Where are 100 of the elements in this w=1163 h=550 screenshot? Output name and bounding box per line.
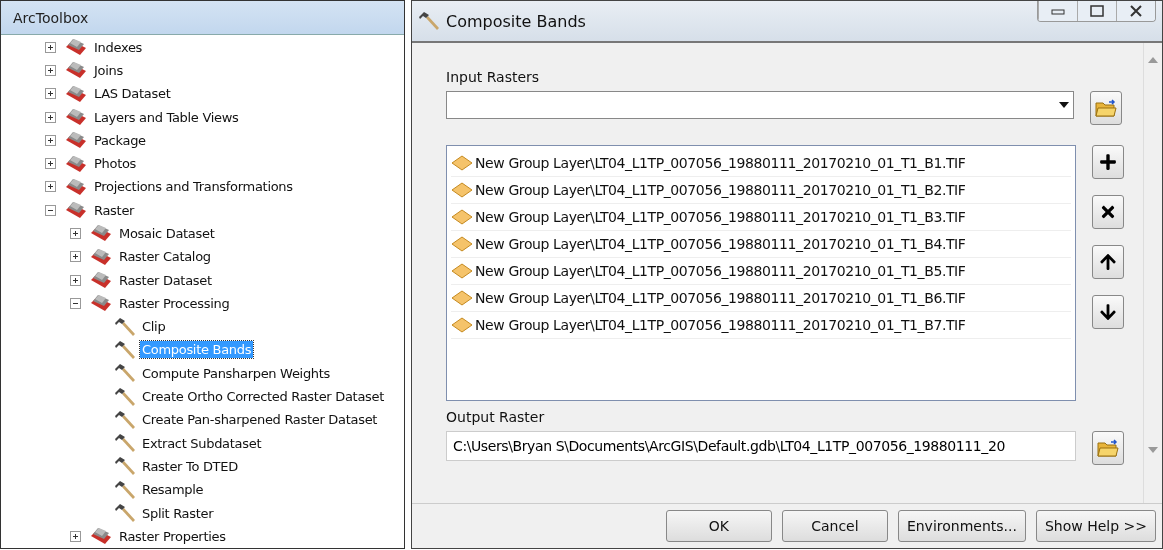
toolset-label[interactable]: Package [92,131,148,149]
expand-icon[interactable] [70,251,81,263]
toolset-label[interactable]: Projections and Transformations [92,178,295,196]
toolset-label[interactable]: Raster Dataset [117,271,214,289]
raster-list-item[interactable]: New Group Layer\LT04_L1TP_007056_19880111_20170210_01_T1_B1.TIF [475,155,966,171]
toolbox-icon [64,83,88,104]
folder-icon [1097,438,1119,458]
maximize-button[interactable] [1077,1,1116,21]
hammer-icon [114,409,136,430]
remove-button[interactable] [1092,195,1124,229]
layer-icon [451,182,473,198]
toolbox-icon [64,200,88,221]
toolset-label[interactable]: Raster [92,201,137,219]
window-title: Composite Bands [446,11,587,31]
layer-icon [451,236,473,252]
input-rasters-dropdown[interactable] [446,91,1074,119]
expand-icon[interactable] [70,530,81,542]
expand-icon[interactable] [70,228,81,239]
toolbox-icon [64,60,88,81]
layer-icon [451,263,473,279]
hammer-icon [114,479,136,500]
tool-label[interactable]: Clip [140,318,168,336]
toolset-label[interactable]: Indexes [92,38,145,56]
dialog-button[interactable]: Show Help >> [1035,510,1156,542]
raster-list-item[interactable]: New Group Layer\LT04_L1TP_007056_19880111_20170210_01_T1_B6.TIF [475,290,966,306]
toolset-label[interactable]: Photos [92,155,139,173]
browse-button[interactable] [1090,91,1122,125]
tool-label[interactable]: Split Raster [140,504,216,522]
maximize-icon [1090,5,1104,17]
expand-icon[interactable] [45,64,56,76]
panel-title: ArcToolbox [1,1,404,36]
expand-icon[interactable] [45,181,56,193]
remove-icon [1099,203,1117,221]
tool-label[interactable]: Extract Subdataset [140,434,264,452]
toolset-label[interactable]: Raster Processing [117,294,232,312]
raster-list-item[interactable]: New Group Layer\LT04_L1TP_007056_19880111_20170210_01_T1_B4.TIF [475,236,966,252]
folder-icon [1095,98,1117,118]
dialog-button[interactable]: Cancel [781,510,888,542]
toolset-label[interactable]: Layers and Table Views [92,108,241,126]
toolbox-icon [64,107,88,127]
expand-icon[interactable] [45,134,56,146]
close-button[interactable] [1116,1,1155,21]
layer-icon [451,290,473,306]
layer-icon [451,155,473,171]
toolset-label[interactable]: LAS Dataset [92,85,173,103]
layer-icon [451,209,473,225]
layer-icon [451,317,473,333]
add-button[interactable] [1092,145,1124,179]
toolset-label[interactable]: Joins [92,61,125,79]
tool-label[interactable]: Raster To DTED [140,457,240,475]
toolbox-icon [64,130,88,151]
hammer-icon [114,503,136,524]
dialog-button[interactable]: OK [665,510,772,542]
move-down-icon [1099,303,1117,321]
toolbox-icon [89,223,113,244]
tool-label[interactable]: Create Ortho Corrected Raster Dataset [140,388,387,406]
tool-label[interactable]: Resample [140,481,206,499]
expand-icon[interactable] [45,111,56,123]
expand-icon[interactable] [45,158,56,170]
collapse-icon[interactable] [45,204,56,216]
raster-list-item[interactable]: New Group Layer\LT04_L1TP_007056_19880111_20170210_01_T1_B7.TIF [475,317,966,333]
dropdown-arrow-icon [1059,102,1069,108]
expand-icon[interactable] [45,41,56,53]
close-icon [1129,5,1143,17]
field-label: Input Rasters [446,69,541,85]
expand-icon[interactable] [45,88,56,100]
raster-list-item[interactable]: New Group Layer\LT04_L1TP_007056_19880111_20170210_01_T1_B5.TIF [475,263,966,279]
hammer-icon [114,363,136,384]
field-label: Output Raster [446,409,546,425]
hammer-icon [114,386,136,407]
move-down-button[interactable] [1092,295,1124,329]
raster-list-item[interactable]: New Group Layer\LT04_L1TP_007056_19880111_20170210_01_T1_B3.TIF [475,209,966,225]
toolbox-icon [89,526,113,547]
hammer-icon [418,11,440,31]
toolbox-icon [64,153,88,174]
dialog-button[interactable]: Environments... [897,510,1026,542]
raster-list-item[interactable]: New Group Layer\LT04_L1TP_007056_19880111_20170210_01_T1_B2.TIF [475,182,966,198]
hammer-icon [114,339,136,360]
toolbox-icon [64,37,88,58]
tool-label[interactable]: Compute Pansharpen Weights [140,364,333,382]
minimize-button[interactable] [1038,1,1077,21]
toolset-label[interactable]: Raster Catalog [117,248,213,266]
toolbox-icon [89,246,113,267]
minimize-icon [1051,7,1065,15]
add-icon [1099,153,1117,171]
toolset-label[interactable]: Mosaic Dataset [117,225,217,242]
browse-button[interactable] [1092,431,1124,465]
toolbox-icon [89,293,113,314]
tool-label[interactable]: Create Pan-sharpened Raster Dataset [140,411,380,429]
collapse-icon[interactable] [70,297,81,309]
hammer-icon [114,456,136,477]
hammer-icon [114,433,136,454]
hammer-icon [114,316,136,337]
toolbox-icon [89,270,113,291]
move-up-icon [1099,253,1117,271]
expand-icon[interactable] [70,274,81,286]
output-raster-field[interactable]: C:\Users\Bryan S\Documents\ArcGIS\Default.gdb\LT04_L1TP_007056_19880111_20 [446,431,1076,461]
toolbox-icon [64,176,88,197]
move-up-button[interactable] [1092,245,1124,279]
toolset-label[interactable]: Raster Properties [117,527,228,545]
